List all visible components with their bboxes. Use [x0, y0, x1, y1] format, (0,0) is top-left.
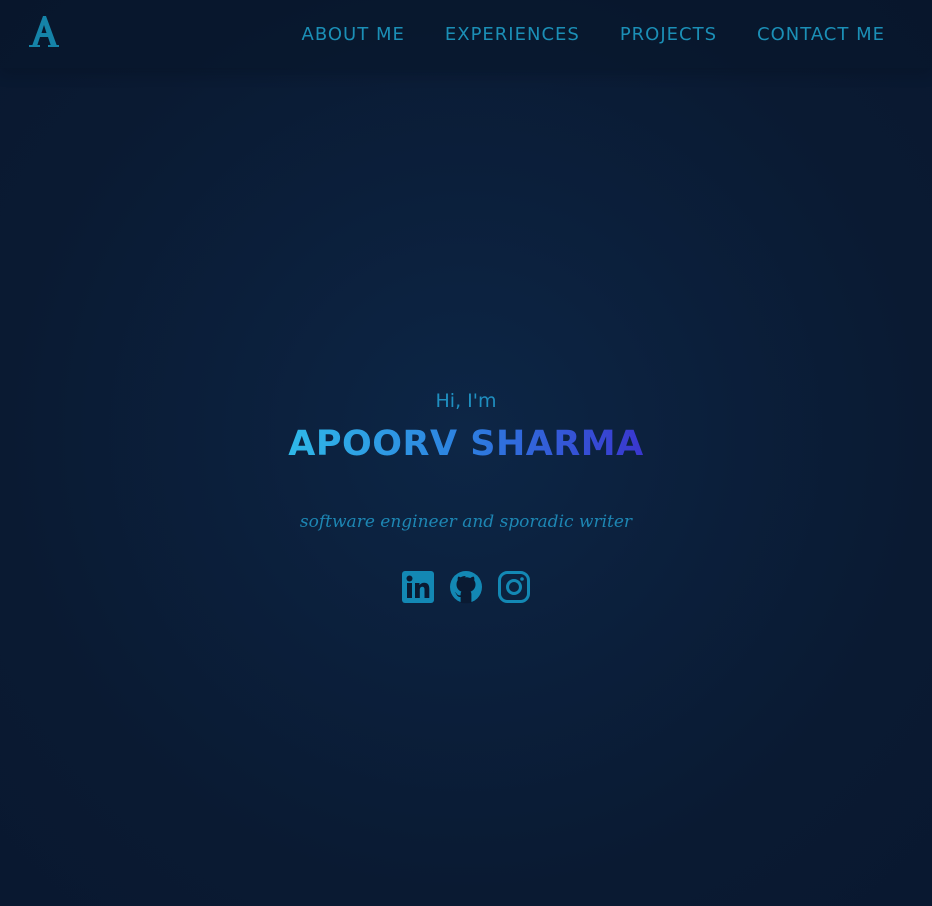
github-link[interactable] [449, 570, 483, 604]
main-nav: ABOUT ME EXPERIENCES PROJECTS CONTACT ME [302, 0, 885, 68]
github-icon [450, 571, 482, 604]
site-logo[interactable] [26, 12, 60, 50]
linkedin-link[interactable] [401, 570, 435, 604]
nav-experiences[interactable]: EXPERIENCES [445, 24, 580, 45]
a-letter-logo-icon [29, 16, 59, 47]
hero-name: APOORV SHARMA [288, 420, 643, 468]
hero-tagline: software engineer and sporadic writer [299, 512, 633, 532]
social-links [0, 570, 932, 604]
instagram-icon [498, 571, 530, 603]
nav-contact-me[interactable]: CONTACT ME [757, 24, 885, 45]
linkedin-icon [402, 571, 434, 603]
instagram-link[interactable] [497, 570, 531, 604]
hero-greeting: Hi, I'm [435, 390, 497, 412]
nav-projects[interactable]: PROJECTS [620, 24, 717, 45]
nav-about-me[interactable]: ABOUT ME [302, 24, 405, 45]
top-navbar: ABOUT ME EXPERIENCES PROJECTS CONTACT ME [0, 0, 932, 68]
hero-section: Hi, I'm APOORV SHARMA software engineer … [0, 384, 932, 604]
